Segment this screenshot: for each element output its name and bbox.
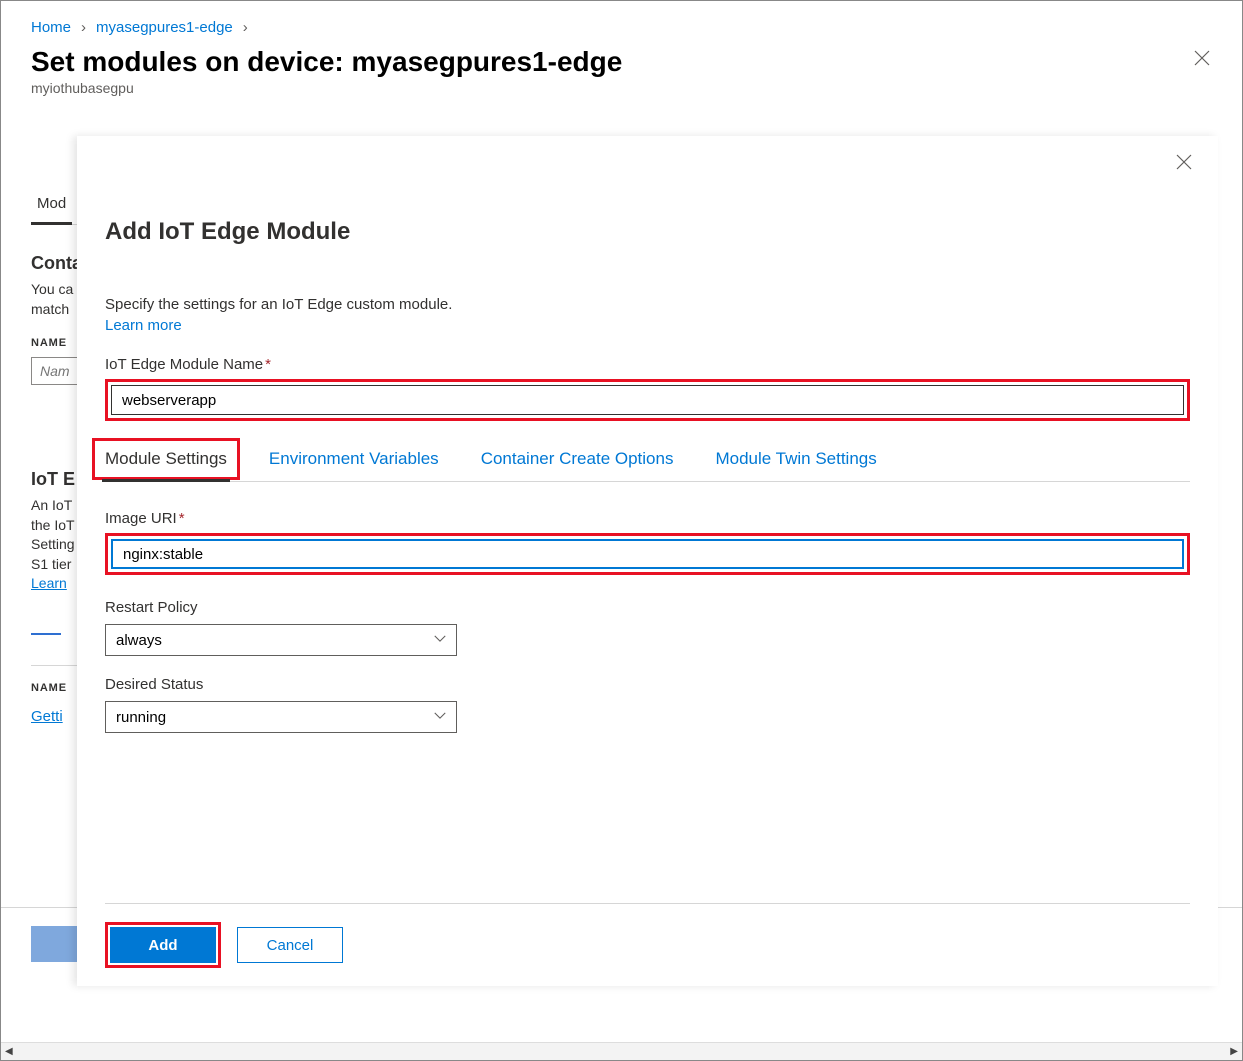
panel-footer: Add Cancel: [105, 903, 1190, 986]
panel-title: Add IoT Edge Module: [105, 218, 1190, 246]
tab-modules[interactable]: Mod: [31, 185, 72, 224]
learn-more-link[interactable]: Learn more: [105, 317, 1190, 334]
required-asterisk: *: [265, 356, 271, 373]
page-title: Set modules on device: myasegpures1-edge: [31, 46, 622, 78]
desired-status-select[interactable]: running: [105, 701, 457, 733]
breadcrumb: Home › myasegpures1-edge ›: [31, 19, 1214, 36]
add-button[interactable]: Add: [110, 927, 216, 963]
required-asterisk: *: [179, 510, 185, 527]
tab-container-create[interactable]: Container Create Options: [481, 437, 674, 481]
scroll-right-icon[interactable]: ▶: [1230, 1046, 1238, 1057]
tab-twin-settings[interactable]: Module Twin Settings: [715, 437, 876, 481]
breadcrumb-home[interactable]: Home: [31, 19, 71, 36]
scroll-left-icon[interactable]: ◀: [5, 1046, 13, 1057]
page-subtitle: myiothubasegpu: [31, 80, 622, 96]
image-uri-label: Image URI*: [105, 510, 1190, 527]
restart-policy-select[interactable]: always: [105, 624, 457, 656]
panel-description: Specify the settings for an IoT Edge cus…: [105, 296, 1190, 313]
highlight-module-name: [105, 379, 1190, 421]
module-name-label: IoT Edge Module Name*: [105, 356, 1190, 373]
module-row-link[interactable]: Getti: [31, 708, 63, 725]
restart-policy-label: Restart Policy: [105, 599, 1190, 616]
horizontal-scrollbar[interactable]: ◀ ▶: [1, 1042, 1242, 1060]
tab-module-settings[interactable]: Module Settings: [105, 437, 227, 481]
chevron-right-icon: ›: [81, 19, 86, 36]
add-module-panel: Add IoT Edge Module Specify the settings…: [77, 136, 1218, 986]
highlight-add-btn: Add: [105, 922, 221, 968]
image-uri-input[interactable]: [111, 539, 1184, 569]
cancel-button[interactable]: Cancel: [237, 927, 343, 963]
chevron-right-icon: ›: [243, 19, 248, 36]
learn-more-link-bg[interactable]: Learn: [31, 575, 67, 591]
close-panel-icon[interactable]: [1172, 150, 1196, 174]
breadcrumb-device[interactable]: myasegpures1-edge: [96, 19, 233, 36]
close-icon[interactable]: [1190, 46, 1214, 70]
panel-tabs: Module Settings Environment Variables Co…: [105, 437, 1190, 482]
module-name-input[interactable]: [111, 385, 1184, 415]
highlight-image-uri: [105, 533, 1190, 575]
desired-status-label: Desired Status: [105, 676, 1190, 693]
tab-env-vars[interactable]: Environment Variables: [269, 437, 439, 481]
